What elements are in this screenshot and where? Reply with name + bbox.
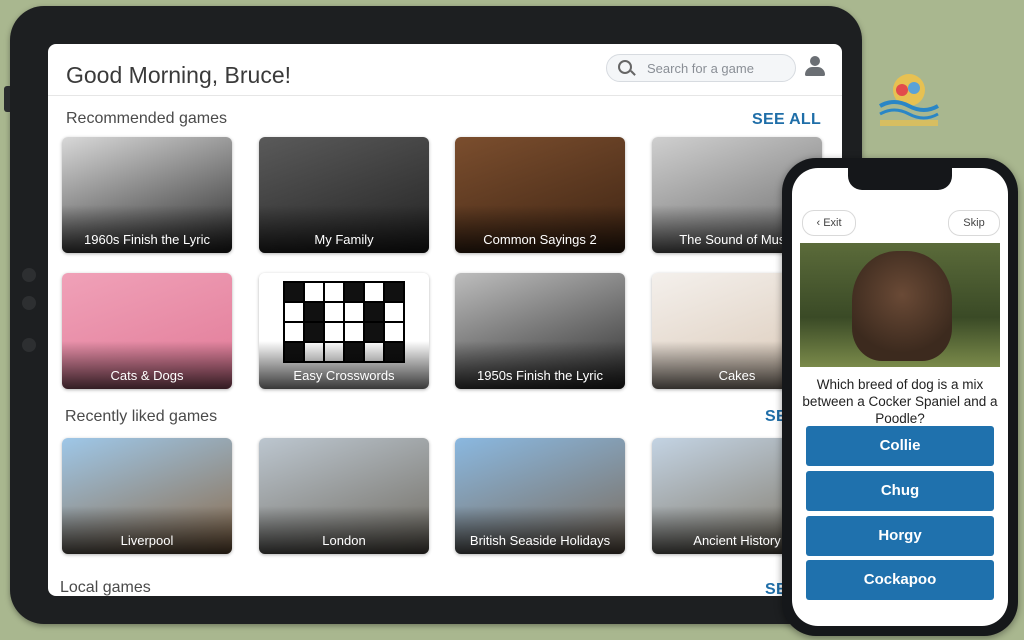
game-card[interactable]: British Seaside Holidays [455, 438, 625, 554]
answer-button-cockapoo[interactable]: Cockapoo [806, 560, 994, 600]
see-all-recommended-link[interactable]: SEE ALL [752, 111, 821, 129]
skip-button[interactable]: Skip [948, 210, 1000, 236]
section-title-recently-liked: Recently liked games [65, 408, 218, 425]
game-card[interactable]: Common Sayings 2 [455, 137, 625, 253]
question-text: Which breed of dog is a mix between a Co… [802, 377, 998, 426]
crossword-cell [304, 302, 324, 322]
search-icon [618, 60, 632, 74]
crossword-cell [384, 322, 404, 342]
tablet-side-dot [22, 268, 36, 282]
section-title-recommended: Recommended games [66, 110, 227, 127]
crossword-cell [284, 322, 304, 342]
phone-device: ‹ Exit Skip Which breed of dog is a mix … [782, 158, 1018, 636]
crossword-cell [364, 282, 384, 302]
game-card-label: Cats & Dogs [110, 368, 184, 383]
crossword-cell [324, 282, 344, 302]
header-divider [48, 95, 842, 96]
phone-screen: ‹ Exit Skip Which breed of dog is a mix … [792, 168, 1008, 626]
crossword-cell [324, 302, 344, 322]
game-card[interactable]: Liverpool [62, 438, 232, 554]
game-card[interactable]: 1950s Finish the Lyric [455, 273, 625, 389]
dog-photo [852, 251, 952, 361]
tablet-device: Good Morning, Bruce! Search for a game R… [4, 6, 862, 624]
game-card-label: My Family [314, 232, 374, 247]
tablet-screen: Good Morning, Bruce! Search for a game R… [48, 44, 842, 596]
brand-logo [876, 68, 942, 134]
game-card-label: 1950s Finish the Lyric [477, 368, 603, 383]
greeting-title: Good Morning, Bruce! [66, 62, 292, 88]
search-placeholder: Search for a game [647, 61, 754, 76]
exit-label: Exit [823, 217, 842, 229]
game-card-label: Easy Crosswords [293, 368, 395, 383]
question-image [800, 243, 1000, 367]
game-card[interactable]: Cats & Dogs [62, 273, 232, 389]
crossword-cell [324, 322, 344, 342]
crossword-cell [364, 322, 384, 342]
tablet-side-button [4, 86, 10, 112]
game-card-label: London [322, 533, 366, 548]
game-card[interactable]: Easy Crosswords [259, 273, 429, 389]
answer-button-horgy[interactable]: Horgy [806, 516, 994, 556]
crossword-cell [384, 282, 404, 302]
phone-notch [848, 168, 952, 190]
crossword-cell [284, 282, 304, 302]
crossword-cell [304, 282, 324, 302]
answer-button-chug[interactable]: Chug [806, 471, 994, 511]
tablet-side-dot [22, 338, 36, 352]
game-card[interactable]: 1960s Finish the Lyric [62, 137, 232, 253]
crossword-cell [384, 302, 404, 322]
section-title-local: Local games [60, 579, 151, 596]
tablet-side-dot [22, 296, 36, 310]
search-input[interactable]: Search for a game [606, 54, 796, 82]
game-card-label: Common Sayings 2 [483, 232, 597, 247]
game-card-label: Liverpool [120, 533, 174, 548]
crossword-cell [304, 322, 324, 342]
game-card-label: British Seaside Holidays [469, 533, 611, 548]
game-card[interactable]: My Family [259, 137, 429, 253]
crossword-cell [284, 302, 304, 322]
crossword-cell [364, 302, 384, 322]
game-card-label: 1960s Finish the Lyric [84, 232, 210, 247]
crossword-cell [344, 322, 364, 342]
crossword-cell [344, 282, 364, 302]
game-card[interactable]: London [259, 438, 429, 554]
answer-button-collie[interactable]: Collie [806, 426, 994, 466]
user-profile-icon[interactable] [804, 56, 826, 78]
crossword-cell [344, 302, 364, 322]
exit-button[interactable]: ‹ Exit [802, 210, 856, 236]
